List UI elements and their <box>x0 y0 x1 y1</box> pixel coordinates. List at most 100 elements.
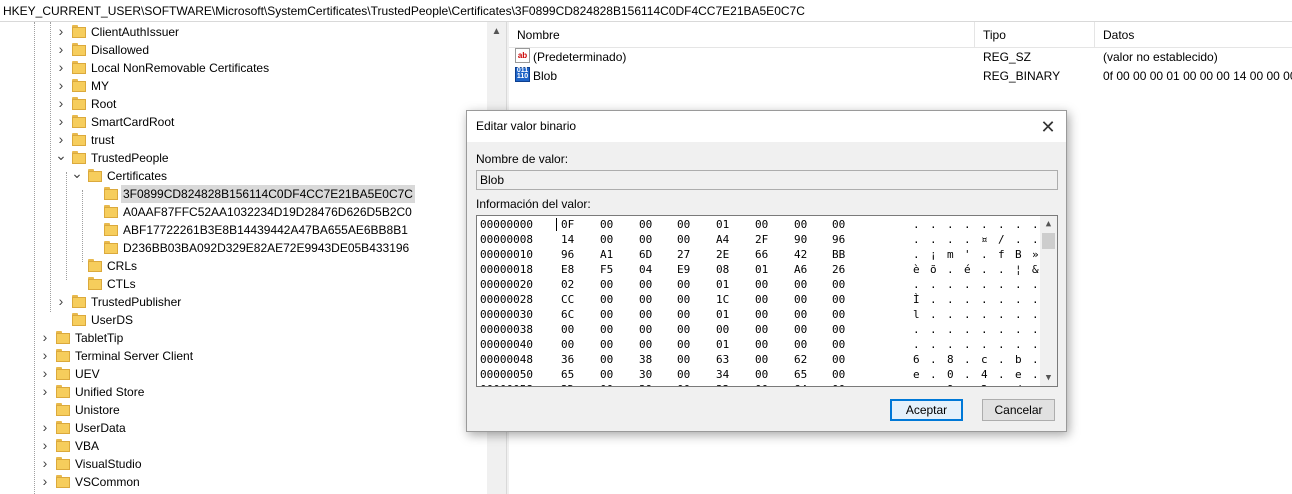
chevron-right-icon[interactable]: › <box>39 455 51 473</box>
tree-item[interactable]: › VisualStudio <box>0 455 487 473</box>
hex-offset: 00000000 <box>480 218 533 231</box>
folder-icon <box>56 385 70 399</box>
list-cell-name: Blob <box>533 69 558 83</box>
chevron-down-icon[interactable]: ⌄ <box>55 148 67 167</box>
column-header-type[interactable]: Tipo <box>975 22 1095 48</box>
hex-byte: 42 <box>794 248 808 261</box>
hex-ascii-char: . <box>964 353 971 366</box>
chevron-right-icon[interactable]: › <box>39 473 51 491</box>
chevron-right-icon[interactable]: › <box>39 329 51 347</box>
hex-ascii-char: . <box>913 218 920 231</box>
tree-item[interactable]: › MY <box>0 77 487 95</box>
tree-item[interactable]: Unistore <box>0 401 487 419</box>
hex-byte: E9 <box>677 263 691 276</box>
chevron-right-icon[interactable]: › <box>55 23 67 41</box>
hex-byte: 08 <box>716 263 730 276</box>
address-bar[interactable]: HKEY_CURRENT_USER\SOFTWARE\Microsoft\Sys… <box>0 0 1292 22</box>
hex-byte: 00 <box>677 353 691 366</box>
hex-offset: 00000018 <box>480 263 533 276</box>
tree-item[interactable]: › UEV <box>0 365 487 383</box>
list-cell-data: (valor no establecido) <box>1103 50 1218 64</box>
column-header-data[interactable]: Datos <box>1095 22 1292 48</box>
scroll-thumb[interactable] <box>1042 233 1055 249</box>
list-cell-name: (Predeterminado) <box>533 50 627 64</box>
hex-ascii-char: e <box>1015 368 1022 381</box>
tree-item[interactable]: ⌄ Certificates <box>0 166 487 185</box>
scroll-up-icon[interactable]: ▲ <box>1040 216 1057 232</box>
hex-editor[interactable]: ▲ ▼ 00000000 0F 00 00 00 01 00 00 00........ 0000… <box>476 215 1058 387</box>
chevron-right-icon[interactable]: › <box>39 365 51 383</box>
folder-icon <box>56 439 70 453</box>
chevron-right-icon[interactable]: › <box>55 113 67 131</box>
tree-item[interactable]: 3F0899CD824828B156114C0DF4CC7E21BA5E0C7C <box>0 185 487 203</box>
tree-item[interactable]: UserDS <box>0 311 487 329</box>
chevron-right-icon[interactable]: › <box>55 59 67 77</box>
tree-item[interactable]: › Terminal Server Client <box>0 347 487 365</box>
scroll-up-icon[interactable]: ▲ <box>487 24 506 40</box>
chevron-right-icon[interactable]: › <box>39 419 51 437</box>
hex-byte: 00 <box>755 382 768 386</box>
tree-item[interactable]: ABF17722261B3E8B14439442A47BA655AE6BB8B1 <box>0 221 487 239</box>
hex-ascii-char: . <box>981 338 988 351</box>
column-header-name[interactable]: Nombre <box>509 22 975 48</box>
hex-byte: 36 <box>561 353 575 366</box>
hex-ascii-char: . <box>947 293 954 306</box>
tree-item[interactable]: › ClientAuthIssuer <box>0 23 487 41</box>
tree-item-label: TrustedPeople <box>91 151 169 165</box>
tree-item[interactable]: › TrustedPublisher <box>0 293 487 311</box>
chevron-right-icon[interactable]: › <box>55 77 67 95</box>
tree-item-label: TrustedPublisher <box>91 295 182 309</box>
hex-byte: A4 <box>716 233 730 246</box>
hex-offset: 00000058 <box>480 382 533 386</box>
chevron-right-icon[interactable]: › <box>55 293 67 311</box>
tree-item[interactable]: › TabletTip <box>0 329 487 347</box>
tree-item[interactable]: › Disallowed <box>0 41 487 59</box>
hex-byte: 2E <box>716 248 730 261</box>
tree-item[interactable]: › Root <box>0 95 487 113</box>
chevron-right-icon[interactable]: › <box>39 383 51 401</box>
hex-byte: 00 <box>639 338 653 351</box>
hex-offset: 00000008 <box>480 233 533 246</box>
chevron-down-icon[interactable]: ⌄ <box>71 166 83 185</box>
hex-ascii-char: . <box>1015 293 1022 306</box>
tree-item[interactable]: › trust <box>0 131 487 149</box>
tree-item[interactable]: A0AAF87FFC52AA1032234D19D28476D626D5B2C0 <box>0 203 487 221</box>
tree-item[interactable]: D236BB03BA092D329E82AE72E9943DE05B433196 <box>0 239 487 257</box>
list-row[interactable]: 011 110 Blob REG_BINARY 0f 00 00 00 01 00 0… <box>509 67 1292 86</box>
cancel-button[interactable]: Cancelar <box>982 399 1055 421</box>
tree-item[interactable]: › VBA <box>0 437 487 455</box>
list-header: Nombre Tipo Datos <box>509 22 1292 48</box>
tree-item[interactable]: › Unified Store <box>0 383 487 401</box>
hex-scrollbar[interactable]: ▲ ▼ <box>1040 216 1057 386</box>
registry-tree[interactable]: › ClientAuthIssuer › Disallowed › Local NonRe… <box>0 22 506 494</box>
hex-ascii-char: . <box>913 338 920 351</box>
hex-ascii-char: . <box>964 233 971 246</box>
hex-byte: 00 <box>600 368 614 381</box>
tree-item[interactable]: CTLs <box>0 275 487 293</box>
tree-item[interactable]: › SmartCardRoot <box>0 113 487 131</box>
hex-byte: 00 <box>832 308 846 321</box>
hex-ascii-char: . <box>964 218 971 231</box>
chevron-right-icon[interactable]: › <box>39 437 51 455</box>
folder-open-icon <box>72 151 86 165</box>
tree-item[interactable]: › UserData <box>0 419 487 437</box>
close-icon[interactable]: ✕ <box>1036 115 1060 139</box>
list-row[interactable]: ab (Predeterminado) REG_SZ (valor no establ… <box>509 48 1292 67</box>
tree-item[interactable]: › VSCommon <box>0 473 487 491</box>
folder-icon <box>72 79 86 93</box>
list-cell-type: REG_SZ <box>983 50 1032 64</box>
tree-item[interactable]: CRLs <box>0 257 487 275</box>
folder-icon <box>72 133 86 147</box>
ok-button[interactable]: Aceptar <box>890 399 963 421</box>
hex-ascii-char: . <box>930 368 937 381</box>
value-name-field[interactable]: Blob <box>476 170 1058 190</box>
tree-item-label: VSCommon <box>75 475 140 489</box>
chevron-right-icon[interactable]: › <box>39 347 51 365</box>
hex-ascii-char: . <box>1015 278 1022 291</box>
chevron-right-icon[interactable]: › <box>55 95 67 113</box>
scroll-down-icon[interactable]: ▼ <box>1040 370 1057 386</box>
chevron-right-icon[interactable]: › <box>55 41 67 59</box>
hex-byte: 34 <box>716 368 730 381</box>
tree-item[interactable]: › Local NonRemovable Certificates <box>0 59 487 77</box>
tree-item-label: UserData <box>75 421 126 435</box>
